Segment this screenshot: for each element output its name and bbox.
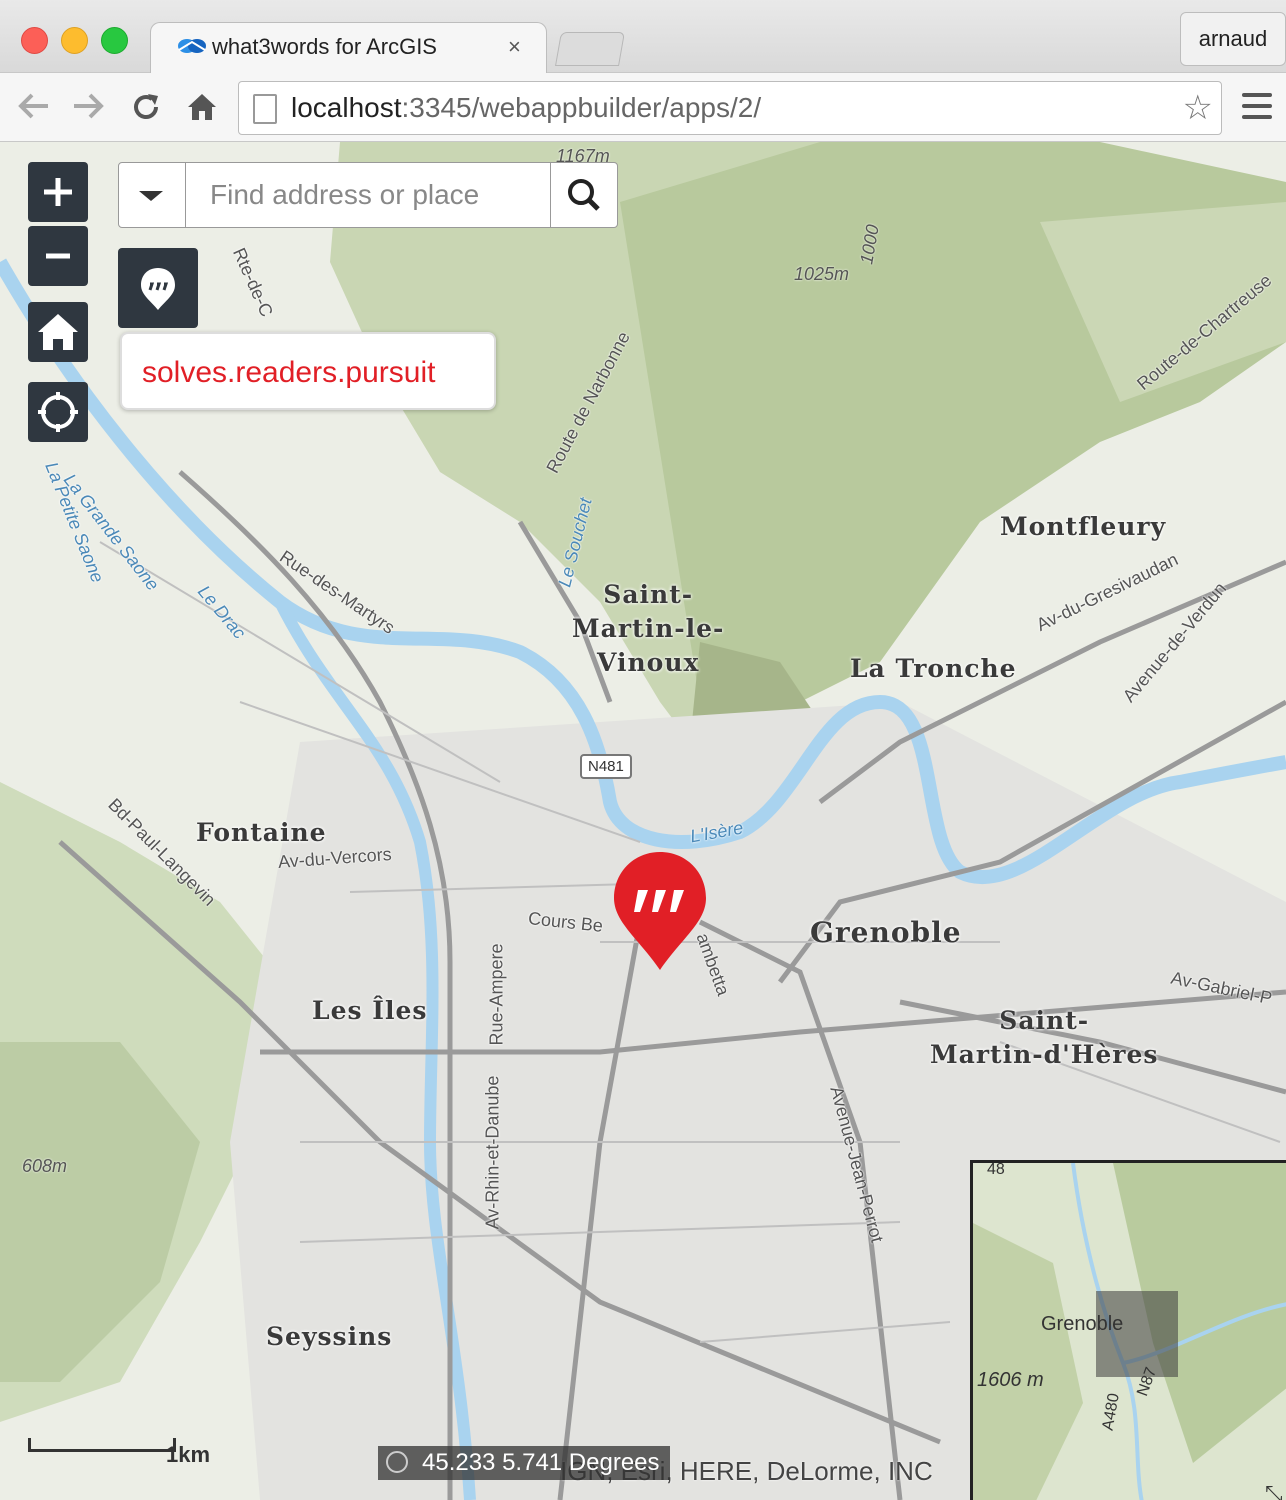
place-saint-martin-le-vinoux: Saint- Martin-le- Vinoux	[572, 580, 725, 677]
coordinate-value: 45.233 5.741 Degrees	[422, 1449, 660, 1476]
zoom-out-button[interactable]	[28, 226, 88, 286]
close-window-button[interactable]	[21, 27, 48, 54]
road-rue-ampere: Rue-Ampere	[486, 943, 507, 1046]
road-shield-n481: N481	[580, 754, 632, 779]
arcgis-favicon-icon	[178, 39, 206, 53]
profile-button[interactable]: arnaud	[1180, 12, 1286, 66]
elevation-608: 608m	[22, 1156, 68, 1176]
map-view[interactable]: Saint- Martin-le- Vinoux Montfleury La T…	[0, 142, 1286, 1500]
place-les-iles: Les Îles	[312, 996, 428, 1025]
overview-toggle-icon[interactable]: ⤡	[1265, 1481, 1283, 1500]
overview-map[interactable]: Grenoble 1606 m A480 N87 48 ⤡	[970, 1160, 1286, 1500]
place-seyssins: Seyssins	[266, 1322, 393, 1351]
forward-arrow-icon[interactable]	[70, 91, 106, 121]
search-button[interactable]	[550, 163, 617, 227]
back-arrow-icon[interactable]	[16, 91, 52, 121]
what3words-pin-icon[interactable]	[612, 850, 708, 972]
search-icon	[568, 179, 600, 211]
search-input[interactable]	[186, 163, 551, 227]
locate-crosshair-icon	[38, 392, 78, 432]
scale-bar	[28, 1438, 176, 1452]
address-bar[interactable]: localhost:3345/webappbuilder/apps/2/ ☆	[238, 81, 1222, 135]
url-text: localhost:3345/webappbuilder/apps/2/	[291, 92, 761, 124]
bookmark-star-icon[interactable]: ☆	[1183, 88, 1213, 128]
url-path: :3345/webappbuilder/apps/2/	[401, 92, 762, 123]
browser-toolbar: localhost:3345/webappbuilder/apps/2/ ☆	[0, 73, 1286, 142]
place-la-tronche: La Tronche	[850, 654, 1017, 683]
overview-elevation: 1606 m	[977, 1369, 1044, 1391]
search-widget	[118, 162, 618, 228]
what3words-marker-icon	[141, 268, 175, 310]
home-icon	[38, 314, 78, 350]
browser-titlebar: what3words for ArcGIS × arnaud	[0, 0, 1286, 75]
new-tab-button[interactable]	[555, 32, 625, 66]
minimize-window-button[interactable]	[61, 27, 88, 54]
coordinate-readout[interactable]: 45.233 5.741 Degrees	[378, 1446, 670, 1480]
elevation-1025: 1025m	[794, 264, 850, 284]
home-extent-button[interactable]	[28, 302, 88, 362]
overview-label-grenoble: Grenoble	[1041, 1313, 1124, 1335]
place-fontaine: Fontaine	[196, 818, 327, 847]
my-location-button[interactable]	[28, 382, 88, 442]
home-icon[interactable]	[186, 91, 218, 123]
reload-icon[interactable]	[130, 91, 162, 123]
scale-label: 1km	[166, 1442, 211, 1467]
browser-menu-icon[interactable]	[1242, 93, 1272, 126]
plus-icon	[44, 178, 72, 206]
what3words-address-popup: solves.readers.pursuit	[120, 332, 496, 410]
minus-icon	[46, 253, 70, 259]
what3words-widget-button[interactable]	[118, 248, 198, 328]
place-saint-martin-dheres: Saint- Martin-d'Hères	[930, 1006, 1159, 1069]
search-source-dropdown[interactable]	[119, 163, 186, 227]
page-icon	[253, 94, 277, 124]
zoom-in-button[interactable]	[28, 162, 88, 222]
road-av-rhin-et-danube: Av-Rhin-et-Danube	[482, 1075, 503, 1230]
coordinate-locate-icon[interactable]	[386, 1451, 408, 1473]
tab-title: what3words for ArcGIS	[212, 34, 437, 59]
overview-road-48: 48	[987, 1161, 1005, 1178]
place-montfleury: Montfleury	[1000, 512, 1167, 541]
url-host: localhost	[291, 92, 402, 123]
place-grenoble: Grenoble	[810, 916, 962, 949]
tab-close-button[interactable]: ×	[508, 34, 521, 60]
maximize-window-button[interactable]	[101, 27, 128, 54]
